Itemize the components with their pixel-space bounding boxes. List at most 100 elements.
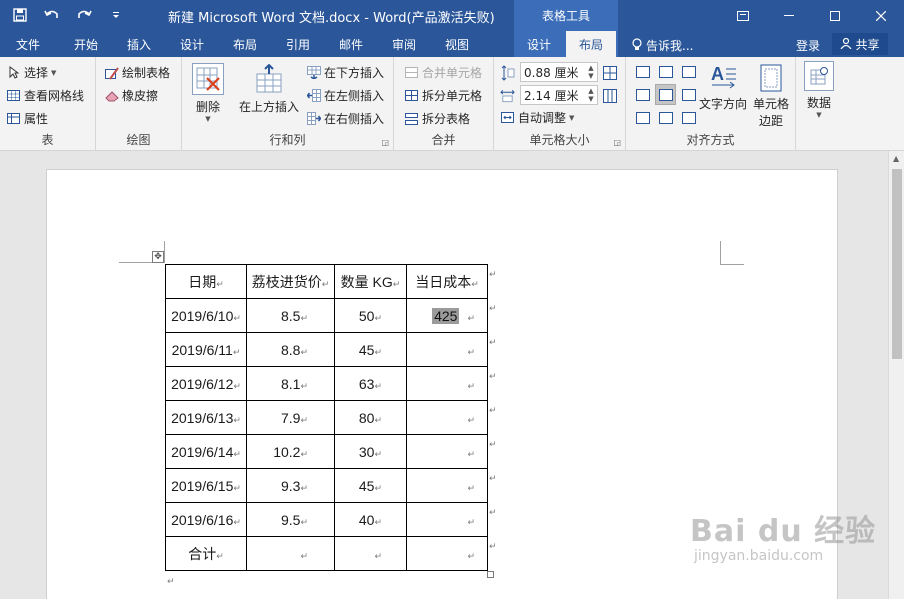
tab-file[interactable]: 文件 xyxy=(6,31,50,57)
insert-right-button[interactable]: 在右侧插入 xyxy=(306,110,384,127)
merge-cells-button[interactable]: 合并单元格 xyxy=(404,64,482,81)
login-link[interactable]: 登录 xyxy=(796,37,820,54)
share-button[interactable]: 共享 xyxy=(832,33,888,55)
scroll-up-icon[interactable]: ▲ xyxy=(893,154,899,163)
align-top-right-button[interactable] xyxy=(678,61,699,82)
draw-table-button[interactable]: 绘制表格 xyxy=(104,64,170,81)
tab-review[interactable]: 审阅 xyxy=(381,31,427,57)
table-cell[interactable]: 10.2↵ xyxy=(246,434,335,469)
table-cell[interactable]: 8.5↵ xyxy=(246,298,335,333)
table-cell[interactable]: 45↵ xyxy=(334,332,407,367)
delete-button[interactable]: 删除 ▼ xyxy=(190,63,226,123)
table-header-cell[interactable]: 数量 KG↵ xyxy=(334,264,407,299)
align-middle-right-button[interactable] xyxy=(678,84,699,105)
table-cell[interactable]: 2019/6/13↵ xyxy=(165,400,247,435)
table-cell[interactable]: 2019/6/12↵ xyxy=(165,366,247,401)
scroll-thumb[interactable] xyxy=(892,169,902,359)
data-button[interactable]: 数据 ▼ xyxy=(800,61,838,119)
tab-table-design[interactable]: 设计 xyxy=(516,31,562,57)
vertical-scrollbar[interactable]: ▲ xyxy=(888,151,904,599)
table-cell[interactable]: 30↵ xyxy=(334,434,407,469)
table-cell[interactable]: 2019/6/15↵ xyxy=(165,468,247,503)
autofit-button[interactable]: 自动调整 ▼ xyxy=(500,109,574,126)
redo-icon[interactable] xyxy=(70,4,98,26)
align-top-left-button[interactable] xyxy=(632,61,653,82)
split-table-icon xyxy=(404,111,419,126)
align-center-button[interactable] xyxy=(655,84,676,105)
properties-button[interactable]: 属性 xyxy=(6,110,48,127)
tell-me-box[interactable]: 告诉我... xyxy=(632,37,693,54)
eraser-icon xyxy=(104,88,119,103)
table-cell[interactable]: ↵ xyxy=(406,502,488,537)
table-cell[interactable]: 50↵ xyxy=(334,298,407,333)
tab-mailings[interactable]: 邮件 xyxy=(328,31,374,57)
select-button[interactable]: 选择 ▼ xyxy=(6,64,56,81)
tab-home[interactable]: 开始 xyxy=(62,31,110,57)
table-cell[interactable]: 9.5↵ xyxy=(246,502,335,537)
table-cell[interactable]: ↵ xyxy=(406,366,488,401)
table-header-cell[interactable]: 荔枝进货价↵ xyxy=(246,264,335,299)
table-cell[interactable]: 2019/6/16↵ xyxy=(165,502,247,537)
table-cell[interactable]: ↵ xyxy=(246,536,335,571)
insert-left-button[interactable]: 在左侧插入 xyxy=(306,87,384,104)
align-middle-left-button[interactable] xyxy=(632,84,653,105)
insert-below-button[interactable]: 在下方插入 xyxy=(306,64,384,81)
align-bottom-right-button[interactable] xyxy=(678,107,699,128)
table-total-label[interactable]: 合计↵ xyxy=(165,536,247,571)
table-cell[interactable]: 40↵ xyxy=(334,502,407,537)
undo-icon[interactable] xyxy=(38,4,66,26)
row-height-spinner-icon[interactable]: ▲ ▼ xyxy=(586,64,596,80)
table-cell[interactable]: 45↵ xyxy=(334,468,407,503)
table-move-handle-icon[interactable]: ✥ xyxy=(152,251,164,263)
tab-view[interactable]: 视图 xyxy=(434,31,480,57)
table-cell[interactable]: ↵ xyxy=(406,332,488,367)
rows-columns-launcher-icon[interactable]: ◲ xyxy=(381,138,389,147)
ribbon-display-icon[interactable] xyxy=(720,0,766,31)
tab-insert[interactable]: 插入 xyxy=(116,31,162,57)
table-cell-selected[interactable]: 425 ↵ xyxy=(406,298,488,333)
table-cell[interactable]: 9.3↵ xyxy=(246,468,335,503)
table-cell[interactable]: ↵ xyxy=(406,468,488,503)
distribute-columns-icon[interactable] xyxy=(602,88,617,103)
column-width-input[interactable]: 2.14 厘米 ▲ ▼ xyxy=(520,85,598,105)
table-resize-handle[interactable] xyxy=(487,571,494,578)
table-cell[interactable]: 2019/6/11↵ xyxy=(165,332,247,367)
table-cell[interactable]: 2019/6/14↵ xyxy=(165,434,247,469)
distribute-rows-icon[interactable] xyxy=(602,65,617,80)
table-cell[interactable]: 2019/6/10↵ xyxy=(165,298,247,333)
table-header-cell[interactable]: 当日成本↵ xyxy=(406,264,488,299)
split-cells-button[interactable]: 拆分单元格 xyxy=(404,87,482,104)
align-top-center-button[interactable] xyxy=(655,61,676,82)
customize-icon[interactable] xyxy=(102,4,130,26)
table-cell[interactable]: ↵ xyxy=(406,434,488,469)
align-bottom-center-button[interactable] xyxy=(655,107,676,128)
cell-size-launcher-icon[interactable]: ◲ xyxy=(613,138,621,147)
table-cell[interactable]: 80↵ xyxy=(334,400,407,435)
table-header-cell[interactable]: 日期↵ xyxy=(165,264,247,299)
row-height-input[interactable]: 0.88 厘米 ▲ ▼ xyxy=(520,62,598,82)
save-icon[interactable] xyxy=(6,4,34,26)
text-direction-button[interactable]: A 文字方向 xyxy=(698,61,748,112)
insert-above-button[interactable]: 在上方插入 xyxy=(236,63,302,115)
cell-margins-button[interactable]: 单元格 边距 xyxy=(750,61,792,129)
view-gridlines-button[interactable]: 查看网格线 xyxy=(6,87,84,104)
table-cell[interactable]: 7.9↵ xyxy=(246,400,335,435)
table-cell[interactable]: 8.8↵ xyxy=(246,332,335,367)
table-cell[interactable]: ↵ xyxy=(334,536,407,571)
tab-layout[interactable]: 布局 xyxy=(222,31,268,57)
maximize-icon[interactable] xyxy=(812,0,858,31)
tab-references[interactable]: 引用 xyxy=(275,31,321,57)
table-cell[interactable]: 8.1↵ xyxy=(246,366,335,401)
minimize-icon[interactable] xyxy=(766,0,812,31)
selected-value[interactable]: 425 xyxy=(432,307,460,324)
table-cell[interactable]: ↵ xyxy=(406,400,488,435)
table-cell[interactable]: 63↵ xyxy=(334,366,407,401)
align-bottom-left-button[interactable] xyxy=(632,107,653,128)
tab-design[interactable]: 设计 xyxy=(169,31,215,57)
split-table-button[interactable]: 拆分表格 xyxy=(404,110,470,127)
close-icon[interactable] xyxy=(858,0,904,31)
table-cell[interactable]: ↵ xyxy=(406,536,488,571)
column-width-spinner-icon[interactable]: ▲ ▼ xyxy=(586,87,596,103)
tab-table-layout[interactable]: 布局 xyxy=(566,31,616,57)
eraser-button[interactable]: 橡皮擦 xyxy=(104,87,158,104)
